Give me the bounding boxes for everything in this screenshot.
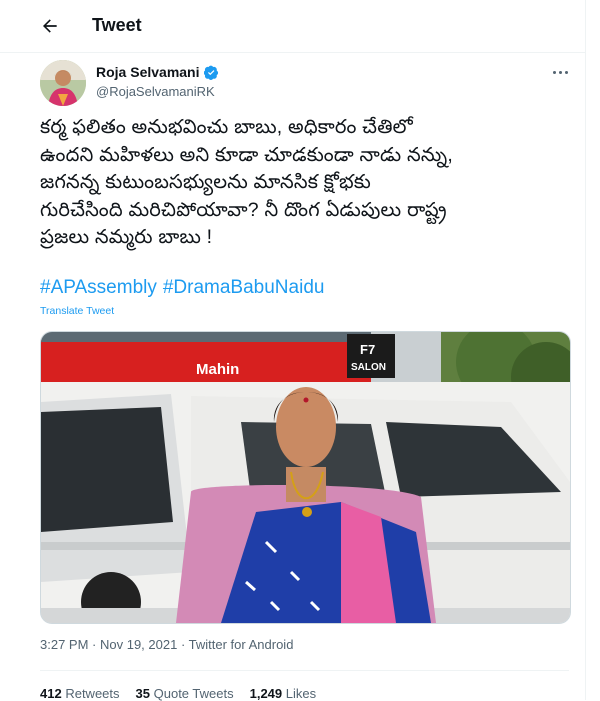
likes-stat[interactable]: 1,249 Likes — [250, 686, 317, 701]
tweet-time: 3:27 PM — [40, 637, 89, 652]
verified-badge-icon — [203, 65, 219, 80]
tweet-date: Nov 19, 2021 — [99, 637, 178, 652]
retweets-label: Retweets — [65, 686, 120, 701]
hashtag-link[interactable]: #APAssembly — [40, 277, 157, 299]
page-header: Tweet — [0, 0, 585, 53]
tweet-text-line: గురిచేసింది మరిచిపోయావా? నీ దొంగ ఏడుపులు… — [40, 198, 447, 221]
more-dot — [558, 70, 562, 74]
tweet-text: కర్మ ఫలితం అనుభవించు బాబు, అధికారం చేతిల… — [40, 114, 578, 252]
tweet-time-link[interactable]: 3:27 PM · Nov 19, 2021 — [40, 637, 177, 652]
hashtags: #APAssembly #DramaBabuNaidu — [40, 277, 324, 299]
likes-count: 1,249 — [249, 686, 283, 701]
retweets-count: 412 — [40, 686, 62, 701]
retweets-stat[interactable]: 412 Retweets — [40, 686, 120, 701]
author-name[interactable]: Roja Selvamani — [96, 64, 200, 80]
tweet-timestamp: 3:27 PM · Nov 19, 2021 · Twitter for And… — [40, 637, 294, 652]
tweet-text-line: జగనన్న కుటుంబసభ్యులను మానసిక క్షోభకు — [40, 171, 371, 193]
stats-divider — [40, 670, 569, 671]
more-dot — [552, 70, 556, 74]
back-button[interactable] — [36, 12, 64, 40]
tweet-video[interactable]: Mahin F7 SALON — [40, 331, 571, 624]
salon-sign-text: F7 — [360, 342, 375, 357]
storefront-sign-text: Mahin — [196, 361, 239, 378]
translate-tweet-link[interactable]: Translate Tweet — [40, 305, 114, 317]
more-dot — [564, 70, 568, 74]
quote-tweets-count: 35 — [135, 686, 150, 701]
back-arrow-icon — [43, 19, 57, 33]
tweet-source-link[interactable]: Twitter for Android — [189, 637, 294, 652]
video-frame: Mahin F7 SALON — [41, 332, 570, 623]
avatar[interactable] — [40, 60, 86, 106]
quote-tweets-stat[interactable]: 35 Quote Tweets — [136, 686, 234, 701]
more-options-button[interactable] — [548, 64, 572, 80]
tweet-text-line: ఉందని మహిళలు అని కూడా చూడకుండా నాడు నన్న… — [40, 143, 453, 166]
avatar-image — [40, 60, 86, 106]
tweet-text-line: ప్రజలు నమ్మరు బాబు ! — [40, 226, 213, 248]
salon-sign-subtext: SALON — [351, 362, 386, 373]
page-title: Tweet — [92, 15, 142, 35]
author-name-row[interactable]: Roja Selvamani — [96, 64, 219, 80]
tweet-stats: 412 Retweets 35 Quote Tweets 1,249 Likes — [40, 686, 316, 701]
hashtag-link[interactable]: #DramaBabuNaidu — [163, 277, 325, 299]
tweet-detail-column: Tweet Roja Selvamani @RojaSelvamaniRK కర… — [0, 0, 586, 701]
quote-tweets-label: Quote Tweets — [153, 686, 234, 701]
tweet-text-line: కర్మ ఫలితం అనుభవించు బాబు, అధికారం చేతిల… — [40, 116, 413, 138]
likes-label: Likes — [285, 686, 317, 701]
author-handle[interactable]: @RojaSelvamaniRK — [96, 84, 215, 99]
